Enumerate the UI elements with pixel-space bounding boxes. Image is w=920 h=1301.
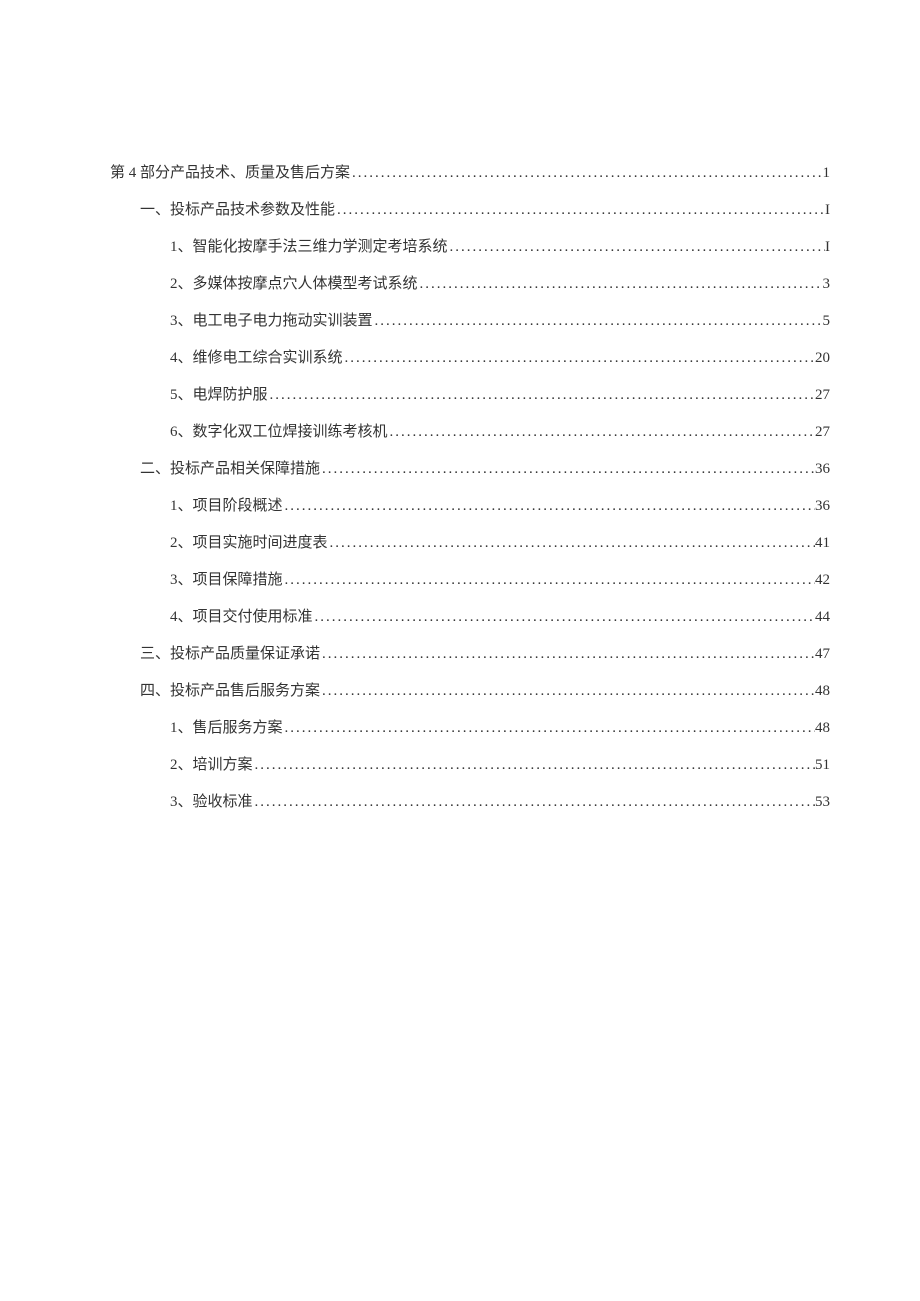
toc-leader-dots <box>328 530 815 557</box>
toc-leader-dots <box>373 308 823 335</box>
toc-leader-dots <box>320 678 815 705</box>
toc-entry-page: 27 <box>815 419 830 446</box>
toc-entry: 5、电焊防护服 27 <box>110 382 830 409</box>
table-of-contents: 第 4 部分产品技术、质量及售后方案1一、投标产品技术参数及性能I1、智能化按摩… <box>110 160 830 816</box>
toc-entry-label: 2、项目实施时间进度表 <box>170 530 328 557</box>
toc-leader-dots <box>283 567 815 594</box>
toc-entry-page: 1 <box>823 160 831 187</box>
toc-entry-label: 第 4 部分产品技术、质量及售后方案 <box>110 160 350 187</box>
toc-entry-page: 48 <box>815 715 830 742</box>
toc-entry: 2、多媒体按摩点穴人体模型考试系统 3 <box>110 271 830 298</box>
toc-entry-label: 3、项目保障措施 <box>170 567 283 594</box>
toc-leader-dots <box>350 160 822 187</box>
toc-entry: 一、投标产品技术参数及性能 I <box>110 197 830 224</box>
toc-entry: 四、投标产品售后服务方案 48 <box>110 678 830 705</box>
toc-entry-label: 1、智能化按摩手法三维力学测定考培系统 <box>170 234 448 261</box>
toc-entry-page: 5 <box>823 308 831 335</box>
toc-entry-label: 三、投标产品质量保证承诺 <box>140 641 320 668</box>
toc-entry: 3、验收标准 53 <box>110 789 830 816</box>
toc-entry-page: 41 <box>815 530 830 557</box>
toc-entry: 1、智能化按摩手法三维力学测定考培系统 I <box>110 234 830 261</box>
toc-entry-page: I <box>825 234 830 261</box>
toc-entry-label: 1、售后服务方案 <box>170 715 283 742</box>
toc-entry-page: 3 <box>823 271 831 298</box>
toc-entry-label: 一、投标产品技术参数及性能 <box>140 197 335 224</box>
toc-entry: 二、投标产品相关保障措施 36 <box>110 456 830 483</box>
toc-leader-dots <box>283 715 815 742</box>
toc-entry-page: 53 <box>815 789 830 816</box>
toc-entry-label: 5、电焊防护服 <box>170 382 268 409</box>
toc-entry-page: 44 <box>815 604 830 631</box>
toc-leader-dots <box>418 271 823 298</box>
toc-entry: 1、项目阶段概述 36 <box>110 493 830 520</box>
toc-entry-label: 4、项目交付使用标准 <box>170 604 313 631</box>
toc-leader-dots <box>253 789 815 816</box>
toc-entry: 2、项目实施时间进度表 41 <box>110 530 830 557</box>
toc-entry: 4、维修电工综合实训系统 20 <box>110 345 830 372</box>
toc-entry-label: 4、维修电工综合实训系统 <box>170 345 343 372</box>
toc-entry: 4、项目交付使用标准 44 <box>110 604 830 631</box>
toc-entry-label: 2、多媒体按摩点穴人体模型考试系统 <box>170 271 418 298</box>
toc-entry-label: 2、培训方案 <box>170 752 253 779</box>
toc-entry-page: I <box>825 197 830 224</box>
toc-entry-label: 1、项目阶段概述 <box>170 493 283 520</box>
toc-leader-dots <box>268 382 815 409</box>
toc-leader-dots <box>320 641 815 668</box>
toc-leader-dots <box>343 345 815 372</box>
toc-entry-page: 36 <box>815 493 830 520</box>
toc-entry: 3、电工电子电力拖动实训装置 5 <box>110 308 830 335</box>
toc-entry-label: 3、电工电子电力拖动实训装置 <box>170 308 373 335</box>
toc-entry: 三、投标产品质量保证承诺 47 <box>110 641 830 668</box>
toc-leader-dots <box>253 752 815 779</box>
toc-entry-page: 42 <box>815 567 830 594</box>
toc-leader-dots <box>388 419 815 446</box>
toc-entry-page: 20 <box>815 345 830 372</box>
toc-entry-page: 51 <box>815 752 830 779</box>
toc-entry-page: 27 <box>815 382 830 409</box>
toc-entry: 第 4 部分产品技术、质量及售后方案 1 <box>110 160 830 187</box>
toc-entry-label: 6、数字化双工位焊接训练考核机 <box>170 419 388 446</box>
toc-entry-page: 47 <box>815 641 830 668</box>
toc-entry-page: 36 <box>815 456 830 483</box>
toc-leader-dots <box>313 604 815 631</box>
toc-entry: 3、项目保障措施 42 <box>110 567 830 594</box>
toc-entry: 1、售后服务方案 48 <box>110 715 830 742</box>
toc-entry: 2、培训方案 51 <box>110 752 830 779</box>
toc-entry: 6、数字化双工位焊接训练考核机 27 <box>110 419 830 446</box>
toc-leader-dots <box>320 456 815 483</box>
toc-leader-dots <box>448 234 825 261</box>
toc-leader-dots <box>283 493 815 520</box>
toc-leader-dots <box>335 197 825 224</box>
toc-entry-label: 二、投标产品相关保障措施 <box>140 456 320 483</box>
toc-entry-label: 四、投标产品售后服务方案 <box>140 678 320 705</box>
toc-entry-label: 3、验收标准 <box>170 789 253 816</box>
toc-entry-page: 48 <box>815 678 830 705</box>
